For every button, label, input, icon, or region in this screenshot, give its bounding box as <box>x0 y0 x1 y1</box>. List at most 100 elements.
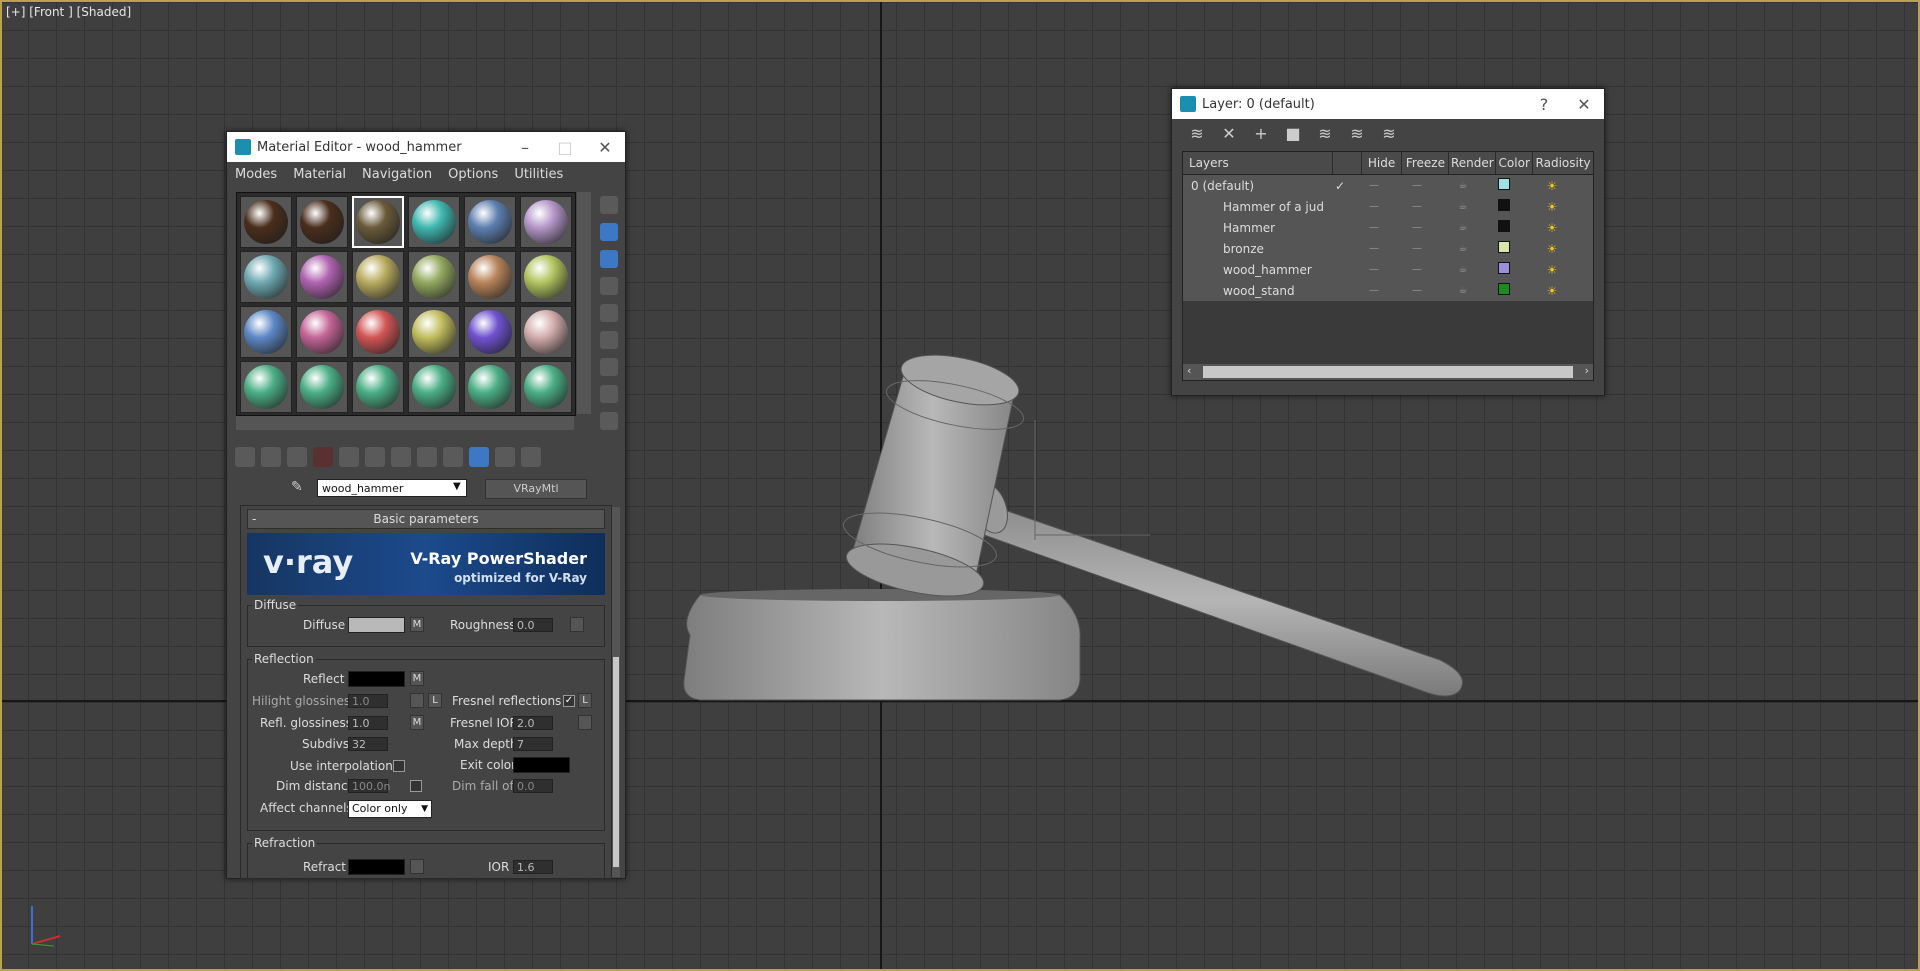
chevron-left-icon[interactable]: ‹ <box>1187 364 1191 377</box>
radiosity-icon[interactable]: ☀ <box>1522 200 1582 214</box>
subdivs-spinner[interactable]: 32 <box>348 737 388 751</box>
layer-name[interactable]: wood_hammer <box>1183 263 1326 277</box>
col-layers[interactable]: Layers <box>1183 152 1333 174</box>
layer-color-swatch[interactable] <box>1498 178 1510 190</box>
menu-utilities[interactable]: Utilities <box>514 167 563 182</box>
make-copy-icon[interactable] <box>339 447 359 467</box>
diffuse-map-button[interactable]: M <box>410 617 424 632</box>
material-slot[interactable] <box>408 361 460 413</box>
freeze-all-icon[interactable]: ≋ <box>1378 124 1400 144</box>
material-slot[interactable] <box>464 361 516 413</box>
refract-map-button[interactable] <box>410 859 424 874</box>
freeze-toggle-icon[interactable]: — <box>1394 201 1440 212</box>
material-slot[interactable] <box>352 251 404 303</box>
layer-name[interactable]: Hammer of a jud <box>1183 200 1326 214</box>
material-editor-titlebar[interactable]: Material Editor - wood_hammer – □ ✕ <box>227 132 625 162</box>
chevron-down-icon[interactable]: ▼ <box>421 801 428 817</box>
material-slot[interactable] <box>520 196 572 248</box>
render-toggle-icon[interactable]: ☕ <box>1440 285 1486 296</box>
material-slot[interactable] <box>408 196 460 248</box>
layer-color-swatch[interactable] <box>1498 262 1510 274</box>
material-map-navigator-icon[interactable] <box>600 412 618 430</box>
hide-toggle-icon[interactable]: — <box>1354 180 1394 191</box>
menu-options[interactable]: Options <box>448 167 498 182</box>
freeze-toggle-icon[interactable]: — <box>1394 243 1440 254</box>
go-to-parent-icon[interactable] <box>495 447 515 467</box>
show-map-icon[interactable] <box>443 447 463 467</box>
col-freeze[interactable]: Freeze <box>1402 152 1450 174</box>
hilight-lock-button[interactable]: L <box>428 693 442 708</box>
material-slot[interactable] <box>352 361 404 413</box>
material-slot[interactable] <box>352 196 404 248</box>
material-slot[interactable] <box>296 306 348 358</box>
rollout-scrollbar[interactable] <box>612 507 620 877</box>
get-material-icon[interactable] <box>235 447 255 467</box>
slots-vertical-scrollbar[interactable] <box>577 192 591 414</box>
go-forward-sibling-icon[interactable] <box>521 447 541 467</box>
layer-name[interactable]: 0 (default) <box>1183 179 1326 193</box>
diffuse-color-swatch[interactable] <box>348 617 405 633</box>
menu-navigation[interactable]: Navigation <box>362 167 432 182</box>
hide-toggle-icon[interactable]: — <box>1354 285 1394 296</box>
dim-distance-checkbox[interactable] <box>410 780 422 792</box>
material-slot[interactable] <box>464 196 516 248</box>
put-to-scene-icon[interactable] <box>261 447 281 467</box>
fresnel-lock-button[interactable]: L <box>578 693 592 708</box>
chevron-down-icon[interactable]: ▼ <box>453 481 461 492</box>
select-objects-icon[interactable]: ■ <box>1282 124 1304 144</box>
show-end-result-icon[interactable] <box>469 447 489 467</box>
close-icon[interactable]: ✕ <box>585 138 625 157</box>
col-hide[interactable]: Hide <box>1362 152 1403 174</box>
layer-color-cell[interactable] <box>1486 262 1522 277</box>
hide-toggle-icon[interactable]: — <box>1354 222 1394 233</box>
refl-glossiness-map-button[interactable]: M <box>410 715 424 730</box>
col-render[interactable]: Render <box>1449 152 1497 174</box>
radiosity-icon[interactable]: ☀ <box>1522 179 1582 193</box>
backlight-icon[interactable] <box>600 223 618 241</box>
material-id-icon[interactable] <box>417 447 437 467</box>
layer-name[interactable]: wood_stand <box>1183 284 1326 298</box>
sample-uv-tiling-icon[interactable] <box>600 277 618 295</box>
material-slot[interactable] <box>464 306 516 358</box>
roughness-spinner[interactable]: 0.0 <box>513 618 553 632</box>
use-interpolation-checkbox[interactable] <box>393 760 405 772</box>
menu-material[interactable]: Material <box>293 167 346 182</box>
radiosity-icon[interactable]: ☀ <box>1522 284 1582 298</box>
ior-spinner[interactable]: 1.6 <box>513 860 553 874</box>
material-slot[interactable] <box>352 306 404 358</box>
radiosity-icon[interactable]: ☀ <box>1522 263 1582 277</box>
material-slot[interactable] <box>240 306 292 358</box>
hilight-map-button[interactable] <box>410 693 424 708</box>
rollout-header[interactable]: - Basic parameters <box>247 509 605 529</box>
freeze-toggle-icon[interactable]: — <box>1394 264 1440 275</box>
help-button[interactable]: ? <box>1524 95 1564 114</box>
layer-color-swatch[interactable] <box>1498 220 1510 232</box>
layer-color-cell[interactable] <box>1486 241 1522 256</box>
render-toggle-icon[interactable]: ☕ <box>1440 180 1486 191</box>
material-slot[interactable] <box>408 251 460 303</box>
video-color-check-icon[interactable] <box>600 304 618 322</box>
layer-row-object[interactable]: Hammer — — ☕ ☀ <box>1183 217 1593 238</box>
material-slot[interactable] <box>408 306 460 358</box>
current-layer-indicator[interactable]: ✓ <box>1326 179 1354 193</box>
layer-row-object[interactable]: wood_stand — — ☕ ☀ <box>1183 280 1593 301</box>
make-unique-icon[interactable] <box>365 447 385 467</box>
material-name-field[interactable]: wood_hammer <box>317 479 467 497</box>
material-slot[interactable] <box>520 361 572 413</box>
material-type-button[interactable]: VRayMtl <box>485 479 587 499</box>
hilight-glossiness-spinner[interactable]: 1.0 <box>348 694 388 708</box>
background-icon[interactable] <box>600 250 618 268</box>
radiosity-icon[interactable]: ☀ <box>1522 242 1582 256</box>
layer-row-default[interactable]: 0 (default) ✓ — — ☕ ☀ <box>1183 175 1593 196</box>
slots-horizontal-scrollbar[interactable] <box>236 416 574 430</box>
assign-to-selection-icon[interactable] <box>287 447 307 467</box>
material-slot[interactable] <box>520 306 572 358</box>
radiosity-icon[interactable]: ☀ <box>1522 221 1582 235</box>
freeze-toggle-icon[interactable]: — <box>1394 222 1440 233</box>
layer-dialog-titlebar[interactable]: Layer: 0 (default) ? ✕ <box>1172 89 1604 119</box>
menu-modes[interactable]: Modes <box>235 167 277 182</box>
create-layer-icon[interactable]: ≋ <box>1186 124 1208 144</box>
roughness-map-button[interactable] <box>570 617 584 632</box>
hide-toggle-icon[interactable]: — <box>1354 243 1394 254</box>
dim-distance-spinner[interactable]: 100.0n <box>348 779 390 793</box>
